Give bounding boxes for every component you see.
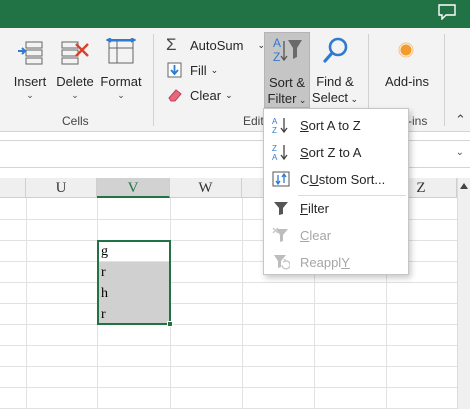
format-cells-icon	[106, 38, 136, 64]
sort-filter-menu: A Z Sort A to Z Z A Sort Z to A CUstom S…	[263, 108, 409, 275]
find-select-label-2-row: Select ⌄	[310, 90, 360, 107]
svg-text:Z: Z	[273, 50, 280, 64]
menu-item-custom-sort[interactable]: CUstom Sort...	[264, 166, 408, 193]
insert-button[interactable]: Insert ⌄	[10, 36, 50, 106]
autosum-label: AutoSum	[190, 37, 244, 53]
grid-line	[0, 303, 457, 304]
delete-label: Delete	[56, 74, 94, 89]
chevron-down-icon: ⌄	[26, 90, 34, 100]
column-header-w[interactable]: W	[170, 178, 242, 198]
menu-label-text: ort A to Z	[308, 118, 361, 133]
custom-sort-icon	[272, 171, 290, 187]
menu-label-text: stom Sort...	[318, 172, 386, 187]
addins-button[interactable]: Add-ins	[380, 36, 434, 96]
mnemonic-letter: S	[300, 118, 309, 133]
group-divider	[444, 34, 445, 126]
reapply-icon	[274, 255, 290, 270]
mnemonic-letter: S	[300, 145, 309, 160]
menu-label-text: ilter	[307, 201, 329, 216]
chevron-down-icon: ⌄	[210, 64, 219, 75]
grid-line	[0, 324, 457, 325]
addins-icon	[398, 42, 414, 58]
collapse-ribbon-icon[interactable]: ⌃	[455, 112, 466, 128]
magnifier-icon	[323, 37, 348, 63]
fill-handle[interactable]	[167, 321, 173, 327]
svg-text:A: A	[272, 117, 278, 126]
cells-group-label: Cells	[62, 114, 89, 128]
sort-filter-label-2: Filter	[267, 91, 297, 106]
delete-cells-icon	[61, 41, 89, 65]
svg-text:Z: Z	[272, 126, 277, 134]
expand-formula-bar-icon[interactable]: ⌄	[456, 147, 464, 158]
insert-label: Insert	[13, 74, 47, 89]
addins-label: Add-ins	[384, 74, 430, 89]
svg-text:A: A	[273, 36, 281, 50]
group-divider	[153, 34, 154, 126]
menu-item-reapply[interactable]: ReapplY	[264, 249, 408, 276]
menu-item-sort-a-to-z[interactable]: A Z Sort A to Z	[264, 112, 408, 139]
chevron-down-icon: ⌄	[296, 95, 307, 105]
filter-icon	[274, 202, 288, 215]
menu-label-row: Sort A to Z	[300, 118, 361, 133]
menu-label-text: lear	[309, 228, 332, 243]
grid-line	[0, 282, 457, 283]
chevron-down-icon: ⌄	[348, 94, 359, 104]
fill-label: Fill	[190, 62, 207, 78]
menu-label-text: C	[300, 172, 310, 187]
column-header-v[interactable]: V	[97, 178, 170, 198]
svg-text:Z: Z	[272, 144, 277, 153]
sort-filter-icon: A Z	[273, 36, 302, 64]
chevron-down-icon: ⌄	[71, 90, 79, 100]
clear-label: Clear	[190, 87, 222, 103]
menu-label-text: ort Z to A	[308, 145, 362, 160]
grid-line	[0, 366, 457, 367]
clear-button[interactable]: Clear ⌄	[166, 85, 233, 105]
mnemonic-letter: U	[309, 172, 319, 187]
chevron-down-icon: ⌄	[117, 90, 125, 100]
mnemonic-letter: C	[300, 228, 310, 243]
svg-text:A: A	[272, 153, 278, 161]
find-select-label-2: Select	[311, 90, 349, 105]
menu-label-row: Sort Z to A	[300, 145, 361, 160]
mnemonic-letter: Y	[341, 255, 350, 270]
autosum-button[interactable]: Σ AutoSum ⌄	[166, 35, 265, 55]
menu-label-row: Filter	[300, 201, 329, 216]
mnemonic-letter: F	[300, 201, 308, 216]
menu-item-sort-z-to-a[interactable]: Z A Sort Z to A	[264, 139, 408, 166]
addins-group-label: -ins	[408, 114, 428, 128]
column-header-t[interactable]	[0, 178, 26, 198]
sort-filter-label-2-row: Filter ⌄	[265, 91, 309, 108]
fill-button[interactable]: Fill ⌄	[166, 60, 218, 80]
comments-icon[interactable]	[438, 4, 456, 20]
sort-filter-label-1: Sort &	[268, 75, 306, 90]
grid-line	[0, 345, 457, 346]
editing-group-label: Edit	[243, 114, 264, 128]
insert-cells-icon	[18, 41, 43, 65]
delete-button[interactable]: Delete ⌄	[54, 36, 96, 106]
column-header-u[interactable]: U	[26, 178, 97, 198]
menu-label-row: ReapplY	[300, 255, 350, 270]
scroll-up-icon[interactable]	[460, 183, 468, 189]
chevron-down-icon: ⌄	[225, 89, 233, 100]
selection-border	[97, 240, 171, 325]
find-select-label-1: Find &	[316, 74, 354, 89]
sort-filter-button[interactable]: A Z Sort & Filter ⌄	[264, 32, 310, 108]
eraser-icon	[168, 89, 182, 102]
vertical-scrollbar[interactable]	[457, 178, 470, 409]
grid-line	[0, 387, 457, 388]
sort-a-z-icon: A Z	[272, 117, 288, 134]
menu-label-row: Clear	[300, 228, 331, 243]
menu-label-text: Reappl	[300, 255, 342, 270]
format-label: Format	[100, 74, 142, 89]
find-select-button[interactable]: Find & Select ⌄	[310, 36, 360, 106]
format-button[interactable]: Format ⌄	[98, 36, 144, 106]
clear-filter-icon	[272, 227, 288, 242]
title-bar	[0, 0, 470, 28]
sort-z-a-icon: Z A	[272, 144, 288, 161]
menu-label-row: CUstom Sort...	[300, 172, 385, 187]
fill-down-icon	[167, 62, 182, 78]
menu-item-clear[interactable]: Clear	[264, 222, 408, 249]
menu-item-filter[interactable]: Filter	[264, 195, 408, 222]
sigma-icon: Σ	[166, 35, 177, 54]
